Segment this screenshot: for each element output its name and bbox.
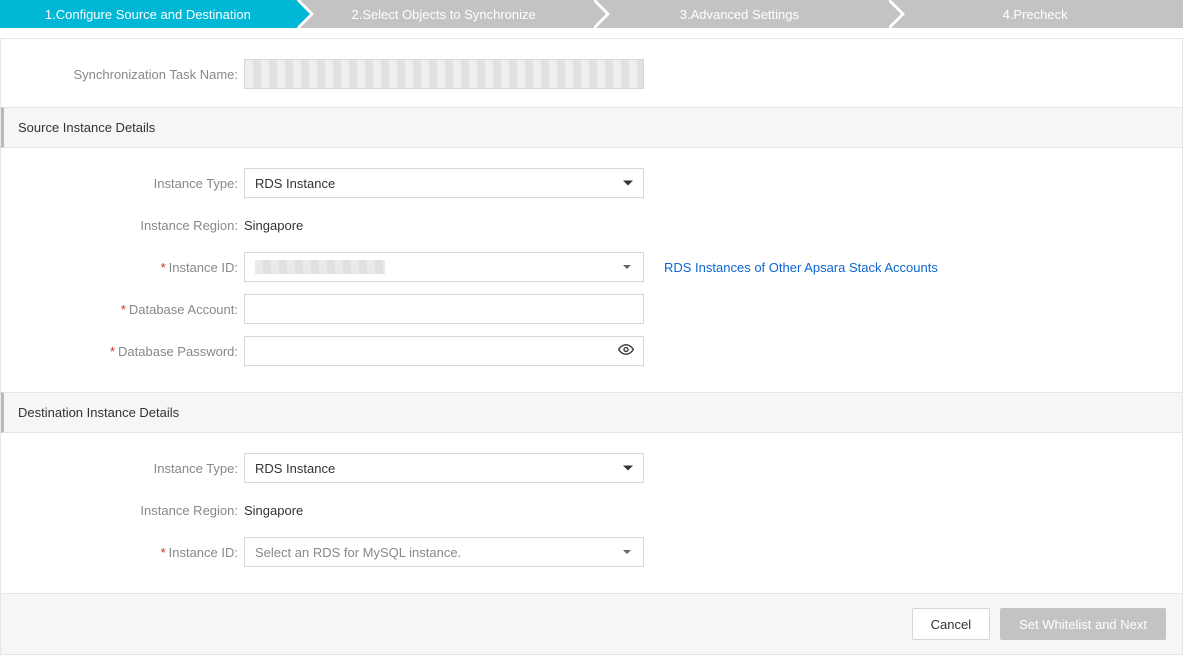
destination-instance-type-label: Instance Type: (1, 461, 244, 476)
source-instance-id-row: *Instance ID: RDS Instances of Other Aps… (1, 252, 1182, 282)
footer-bar: Cancel Set Whitelist and Next (1, 593, 1182, 654)
source-instance-id-label: *Instance ID: (1, 260, 244, 275)
task-name-input[interactable] (244, 59, 644, 89)
chevron-down-icon (623, 181, 633, 186)
step-label: 4.Precheck (1003, 7, 1068, 22)
step-label: 1.Configure Source and Destination (45, 7, 251, 22)
source-instance-type-row: Instance Type: RDS Instance (1, 168, 1182, 198)
destination-instance-id-row: *Instance ID: Select an RDS for MySQL in… (1, 537, 1182, 567)
source-instance-type-select[interactable]: RDS Instance (244, 168, 644, 198)
source-db-account-label: *Database Account: (1, 302, 244, 317)
step-label: 2.Select Objects to Synchronize (351, 7, 535, 22)
source-db-account-input[interactable] (244, 294, 644, 324)
destination-instance-type-select[interactable]: RDS Instance (244, 453, 644, 483)
source-section-header: Source Instance Details (1, 107, 1182, 148)
eye-icon[interactable] (618, 342, 634, 361)
task-name-row: Synchronization Task Name: (1, 39, 1182, 107)
task-name-label: Synchronization Task Name: (1, 67, 244, 82)
destination-instance-type-row: Instance Type: RDS Instance (1, 453, 1182, 483)
source-instance-id-select[interactable] (244, 252, 644, 282)
wizard-steps: 1.Configure Source and Destination 2.Sel… (0, 0, 1183, 28)
cancel-button[interactable]: Cancel (912, 608, 990, 640)
destination-instance-region-row: Instance Region: Singapore (1, 495, 1182, 525)
source-db-password-input[interactable] (244, 336, 644, 366)
select-placeholder: Select an RDS for MySQL instance. (255, 545, 461, 560)
cross-account-link[interactable]: RDS Instances of Other Apsara Stack Acco… (664, 260, 938, 275)
step-advanced[interactable]: 3.Advanced Settings (592, 0, 888, 28)
source-db-password-label: *Database Password: (1, 344, 244, 359)
source-instance-region-row: Instance Region: Singapore (1, 210, 1182, 240)
source-db-password-row: *Database Password: (1, 336, 1182, 366)
step-label: 3.Advanced Settings (680, 7, 799, 22)
chevron-down-icon (623, 550, 631, 554)
source-instance-type-label: Instance Type: (1, 176, 244, 191)
destination-instance-id-select[interactable]: Select an RDS for MySQL instance. (244, 537, 644, 567)
redacted-value (255, 260, 385, 274)
destination-instance-id-label: *Instance ID: (1, 545, 244, 560)
main-panel: Synchronization Task Name: Source Instan… (0, 38, 1183, 655)
destination-instance-region-label: Instance Region: (1, 503, 244, 518)
next-button[interactable]: Set Whitelist and Next (1000, 608, 1166, 640)
destination-instance-region-value: Singapore (244, 503, 303, 518)
select-value: RDS Instance (255, 176, 335, 191)
chevron-down-icon (623, 466, 633, 471)
select-value: RDS Instance (255, 461, 335, 476)
step-configure[interactable]: 1.Configure Source and Destination (0, 0, 296, 28)
source-db-account-row: *Database Account: (1, 294, 1182, 324)
step-select-objects[interactable]: 2.Select Objects to Synchronize (296, 0, 592, 28)
source-instance-region-value: Singapore (244, 218, 303, 233)
destination-section-body: Instance Type: RDS Instance Instance Reg… (1, 433, 1182, 593)
destination-section-header: Destination Instance Details (1, 392, 1182, 433)
step-precheck[interactable]: 4.Precheck (887, 0, 1183, 28)
source-instance-region-label: Instance Region: (1, 218, 244, 233)
source-section-body: Instance Type: RDS Instance Instance Reg… (1, 148, 1182, 392)
chevron-down-icon (623, 265, 631, 269)
